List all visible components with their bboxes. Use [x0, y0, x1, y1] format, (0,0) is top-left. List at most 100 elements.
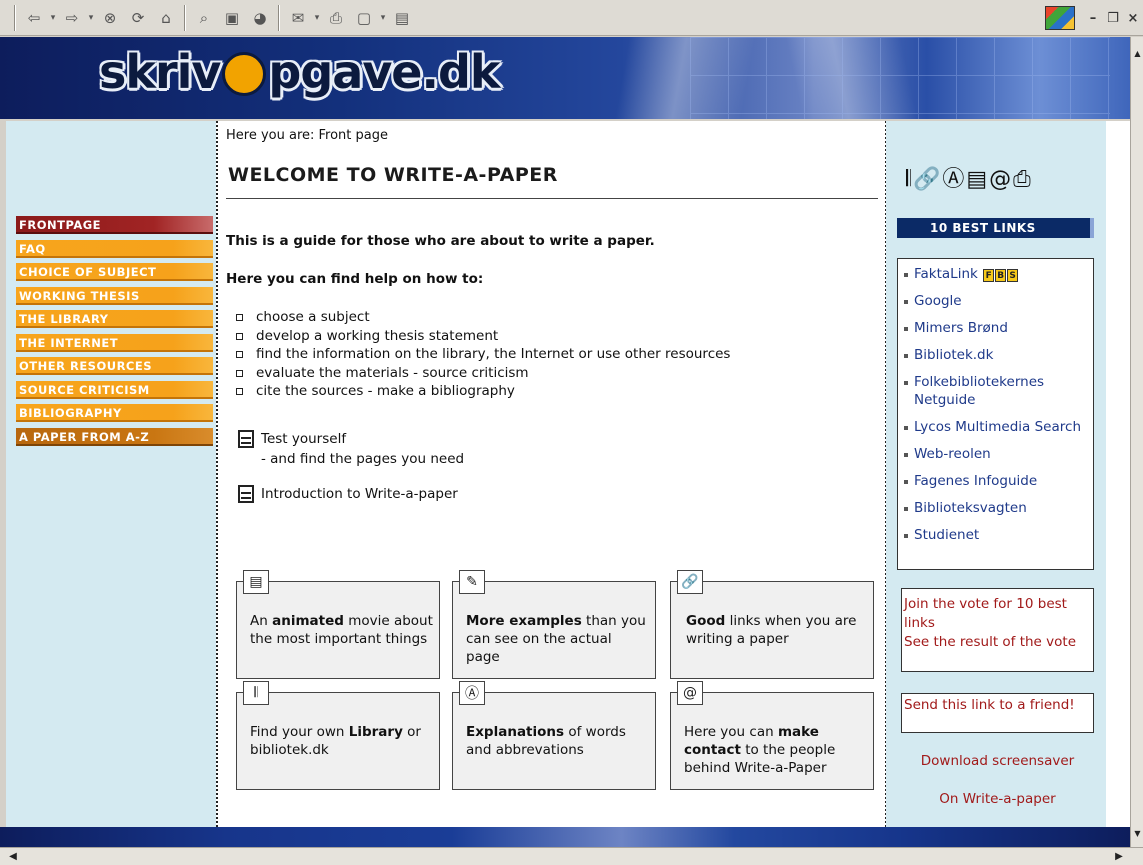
abc-icon[interactable]: Ⓐ — [942, 167, 966, 192]
books-icon[interactable]: 𝄃 — [906, 167, 913, 192]
link-faktalink[interactable]: FaktaLink — [914, 266, 978, 282]
search-icon[interactable]: ⌕ — [192, 6, 216, 30]
nav-item-faq[interactable]: FAQ — [16, 239, 213, 258]
download-screensaver-link[interactable]: Download screensaver — [901, 753, 1094, 769]
link-google[interactable]: Google — [904, 292, 1093, 310]
send-link-box[interactable]: Send this link to a friend! — [901, 693, 1094, 733]
nav-item-bibliography[interactable]: BIBLIOGRAPHY — [16, 404, 213, 422]
window-controls: – ❐ × — [1045, 0, 1143, 36]
scroll-up-icon[interactable]: ▲ — [1131, 47, 1143, 61]
nav-item-working-thesis[interactable]: WORKING THESIS — [16, 286, 213, 305]
breadcrumb: Here you are: Front page — [226, 128, 388, 143]
list-item: develop a working thesis statement — [236, 327, 730, 346]
link-web-reolen[interactable]: Web-reolen — [904, 445, 1093, 463]
link-lycos-multimedia-search[interactable]: Lycos Multimedia Search — [904, 418, 1093, 436]
site-logo[interactable]: skriv pgave.dk — [99, 45, 501, 99]
scroll-right-icon[interactable]: ▶ — [1112, 850, 1126, 864]
vote-link[interactable]: Join the vote for 10 best links — [904, 595, 1091, 633]
logo-text-b: pgave.dk — [268, 45, 500, 99]
favorites-icon[interactable]: ▣ — [220, 6, 244, 30]
link-bibliotek-dk[interactable]: Bibliotek.dk — [904, 346, 1093, 364]
toolbar-separator — [184, 4, 186, 31]
chain-link-icon[interactable]: 🔗 — [913, 167, 942, 192]
mail-dropdown-icon[interactable]: ▾ — [312, 13, 322, 23]
nav-item-the-internet[interactable]: THE INTERNET — [16, 333, 213, 352]
card-explanations[interactable]: Ⓐ Explanations of words and abbrevations — [452, 681, 656, 790]
back-arrow-icon[interactable]: ⇦ — [22, 6, 46, 30]
nav-item-frontpage[interactable]: FRONTPAGE — [16, 216, 213, 234]
card-bold: animated — [272, 613, 344, 629]
print-icon[interactable]: ⎙ — [324, 6, 348, 30]
at-sign-icon[interactable]: @ — [989, 167, 1013, 192]
history-icon[interactable]: ◕ — [248, 6, 272, 30]
subheading: Here you can find help on how to: — [226, 271, 484, 287]
printer-icon[interactable]: ⎙ — [1013, 167, 1033, 192]
back-dropdown-icon[interactable]: ▾ — [48, 13, 58, 23]
chain-link-icon: 🔗 — [677, 570, 703, 594]
title-rule — [226, 198, 878, 199]
books-icon: 𝄃 — [243, 681, 269, 705]
faktalink-tag-f[interactable]: F — [983, 269, 995, 282]
card-animated-movie[interactable]: ▤ An animated movie about the most impor… — [236, 570, 440, 679]
minimize-button[interactable]: – — [1083, 8, 1103, 28]
nav-item-the-library[interactable]: THE LIBRARY — [16, 310, 213, 328]
card-contact[interactable]: @ Here you can make contact to the peopl… — [670, 681, 874, 790]
banner-grid-decoration — [690, 37, 1110, 119]
link-folkebibliotekernes-netguide[interactable]: Folkebibliotekernes Netguide — [904, 373, 1093, 409]
browser-window: ⇦ ▾ ⇨ ▾ ⊗ ⟳ ⌂ ⌕ ▣ ◕ ✉ ▾ ⎙ ▢ ▾ ▤ – ❐ × sk… — [0, 0, 1143, 865]
link-mimers-brond[interactable]: Mimers Brønd — [904, 319, 1093, 337]
test-line-1: Test yourself — [261, 431, 347, 447]
vote-result-link[interactable]: See the result of the vote — [904, 633, 1091, 652]
forward-arrow-icon[interactable]: ⇨ — [60, 6, 84, 30]
list-item[interactable]: FaktaLink FBS — [904, 265, 1093, 283]
film-icon — [238, 485, 254, 503]
edit-dropdown-icon[interactable]: ▾ — [378, 13, 388, 23]
left-nav: FRONTPAGE FAQ CHOICE OF SUBJECT WORKING … — [16, 216, 213, 451]
help-list: choose a subject develop a working thesi… — [236, 308, 730, 401]
link-studienet[interactable]: Studienet — [904, 526, 1093, 544]
introduction-link[interactable]: Introduction to Write-a-paper — [238, 485, 458, 503]
list-item: evaluate the materials - source criticis… — [236, 364, 730, 383]
refresh-icon[interactable]: ⟳ — [126, 6, 150, 30]
close-button[interactable]: × — [1123, 8, 1143, 28]
nav-item-other-resources[interactable]: OTHER RESOURCES — [16, 357, 213, 375]
link-fagenes-infoguide[interactable]: Fagenes Infoguide — [904, 472, 1093, 490]
scroll-left-icon[interactable]: ◀ — [6, 850, 20, 864]
test-line-2: - and find the pages you need — [261, 451, 465, 467]
card-library[interactable]: 𝄃 Find your own Library or bibliotek.dk — [236, 681, 440, 790]
restore-button[interactable]: ❐ — [1103, 8, 1123, 28]
nav-item-a-paper-from-a-z[interactable]: A PAPER FROM A-Z — [16, 427, 213, 446]
film-icon — [238, 430, 254, 448]
nav-item-choice-of-subject[interactable]: CHOICE OF SUBJECT — [16, 263, 213, 281]
nav-item-source-criticism[interactable]: SOURCE CRITICISM — [16, 380, 213, 399]
send-link[interactable]: Send this link to a friend! — [904, 697, 1075, 713]
scroll-down-icon[interactable]: ▼ — [1131, 827, 1143, 841]
horizontal-scrollbar[interactable]: ◀ ▶ — [0, 847, 1143, 865]
card-more-examples[interactable]: ✎ More examples than you can see on the … — [452, 570, 656, 679]
stop-icon[interactable]: ⊗ — [98, 6, 122, 30]
quick-icons: 𝄃🔗Ⓐ▤@⎙ — [906, 161, 1033, 193]
film-icon[interactable]: ▤ — [966, 167, 989, 192]
best-links-list: FaktaLink FBS Google Mimers Brønd Biblio… — [897, 258, 1094, 570]
card-text: Here you can — [684, 724, 778, 740]
home-icon[interactable]: ⌂ — [154, 6, 178, 30]
link-biblioteksvagten[interactable]: Biblioteksvagten — [904, 499, 1093, 517]
site-banner: skriv pgave.dk — [0, 37, 1130, 119]
discuss-icon[interactable]: ▤ — [390, 6, 414, 30]
mail-icon[interactable]: ✉ — [286, 6, 310, 30]
card-good-links[interactable]: 🔗 Good links when you are writing a pape… — [670, 570, 874, 679]
vertical-scrollbar[interactable]: ▲ ▼ — [1130, 37, 1143, 847]
card-text: An — [250, 613, 273, 629]
faktalink-tag-s[interactable]: S — [1007, 269, 1019, 282]
logo-o-icon — [222, 52, 267, 96]
vote-box: Join the vote for 10 best links See the … — [901, 588, 1094, 672]
test-yourself-link[interactable]: Test yourself - and find the pages you ne… — [238, 429, 464, 469]
film-icon: ▤ — [243, 570, 269, 594]
card-bold: Library — [348, 724, 403, 740]
examples-icon: ✎ — [459, 570, 485, 594]
on-write-a-paper-link[interactable]: On Write-a-paper — [901, 791, 1094, 807]
faktalink-tag-b[interactable]: B — [995, 269, 1007, 282]
page-title: WELCOME TO WRITE-A-PAPER — [228, 164, 558, 186]
forward-dropdown-icon[interactable]: ▾ — [86, 13, 96, 23]
edit-icon[interactable]: ▢ — [352, 6, 376, 30]
